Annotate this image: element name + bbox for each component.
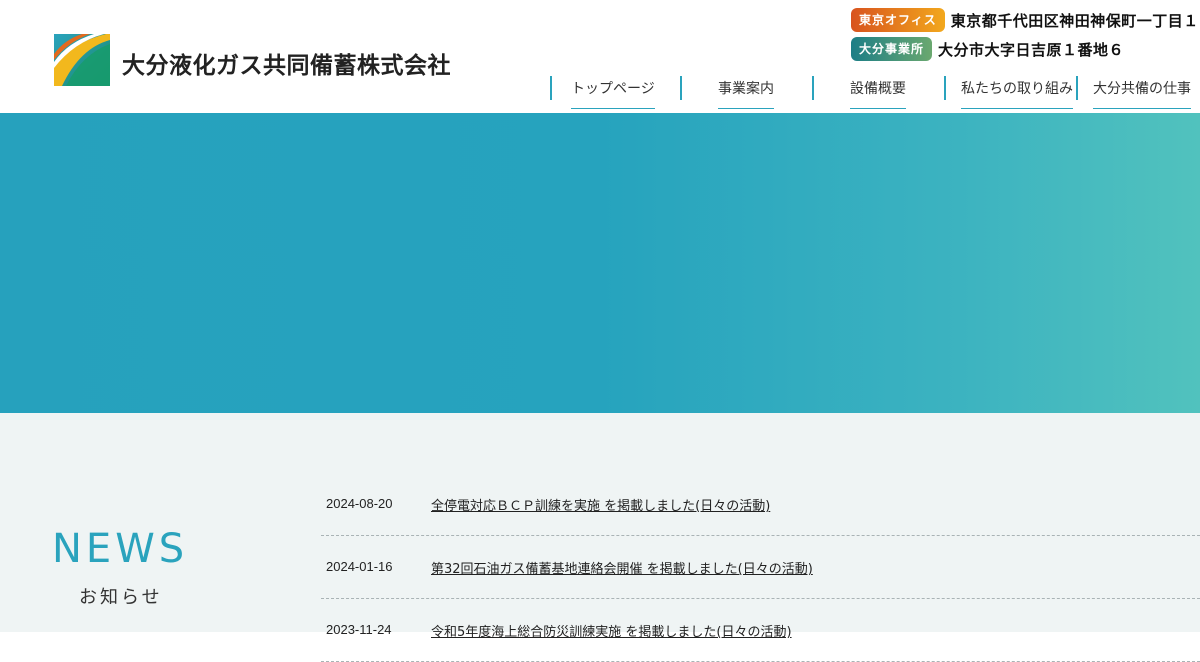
news-heading: NEWS (52, 526, 189, 572)
nav-item-business[interactable]: 事業案内 (680, 74, 812, 109)
news-item: 2024-01-16 第32回石油ガス備蓄基地連絡会開催 を掲載しました(日々の… (321, 536, 1200, 599)
contact-tokyo: 東京オフィス 東京都千代田区神田神保町一丁目１３番 (851, 8, 1200, 32)
nav-item-work[interactable]: 大分共備の仕事 (1076, 74, 1200, 109)
news-link[interactable]: 第32回石油ガス備蓄基地連絡会開催 を掲載しました(日々の活動) (431, 558, 813, 577)
news-subheading: お知らせ (79, 587, 163, 608)
main-nav: トップページ 事業案内 設備概要 私たちの取り組み 大分共備の仕事 (550, 74, 1200, 109)
nav-separator (550, 76, 552, 100)
news-link[interactable]: 全停電対応ＢＣＰ訓練を実施 を掲載しました(日々の活動) (431, 495, 770, 514)
news-list: 2024-08-20 全停電対応ＢＣＰ訓練を実施 を掲載しました(日々の活動) … (321, 473, 1200, 662)
nav-item-initiatives[interactable]: 私たちの取り組み (944, 74, 1076, 109)
nav-item-label[interactable]: 設備概要 (850, 78, 906, 109)
nav-item-label[interactable]: 大分共備の仕事 (1093, 78, 1191, 109)
contact-oita: 大分事業所 大分市大字日吉原１番地６ (851, 37, 1124, 61)
news-date: 2023-11-24 (326, 622, 392, 637)
nav-item-label[interactable]: 事業案内 (718, 78, 774, 109)
tokyo-office-address: 東京都千代田区神田神保町一丁目１３番 (950, 11, 1200, 30)
tokyo-office-badge: 東京オフィス (851, 8, 945, 32)
nav-item-top-page[interactable]: トップページ (550, 74, 681, 109)
nav-item-label[interactable]: 私たちの取り組み (961, 78, 1073, 109)
news-date: 2024-08-20 (326, 496, 393, 511)
nav-item-label[interactable]: トップページ (571, 78, 655, 109)
hero-banner (0, 113, 1200, 413)
oita-office-address: 大分市大字日吉原１番地６ (938, 40, 1125, 59)
nav-separator (812, 76, 814, 100)
nav-separator (944, 76, 946, 100)
news-item: 2023-11-24 令和5年度海上総合防災訓練実施 を掲載しました(日々の活動… (321, 599, 1200, 662)
site-header: 大分液化ガス共同備蓄株式会社 東京オフィス 東京都千代田区神田神保町一丁目１３番… (0, 0, 1200, 113)
nav-separator (1076, 76, 1078, 100)
news-section: NEWS お知らせ 2024-08-20 全停電対応ＢＣＰ訓練を実施 を掲載しま… (0, 413, 1200, 662)
oita-office-badge: 大分事業所 (851, 37, 933, 61)
news-item: 2024-08-20 全停電対応ＢＣＰ訓練を実施 を掲載しました(日々の活動) (321, 473, 1200, 536)
news-date: 2024-01-16 (326, 559, 393, 574)
company-logo-icon[interactable] (54, 34, 110, 86)
company-name[interactable]: 大分液化ガス共同備蓄株式会社 (122, 46, 451, 80)
news-link[interactable]: 令和5年度海上総合防災訓練実施 を掲載しました(日々の活動) (431, 621, 792, 640)
nav-separator (680, 76, 682, 100)
nav-item-facilities[interactable]: 設備概要 (812, 74, 944, 109)
